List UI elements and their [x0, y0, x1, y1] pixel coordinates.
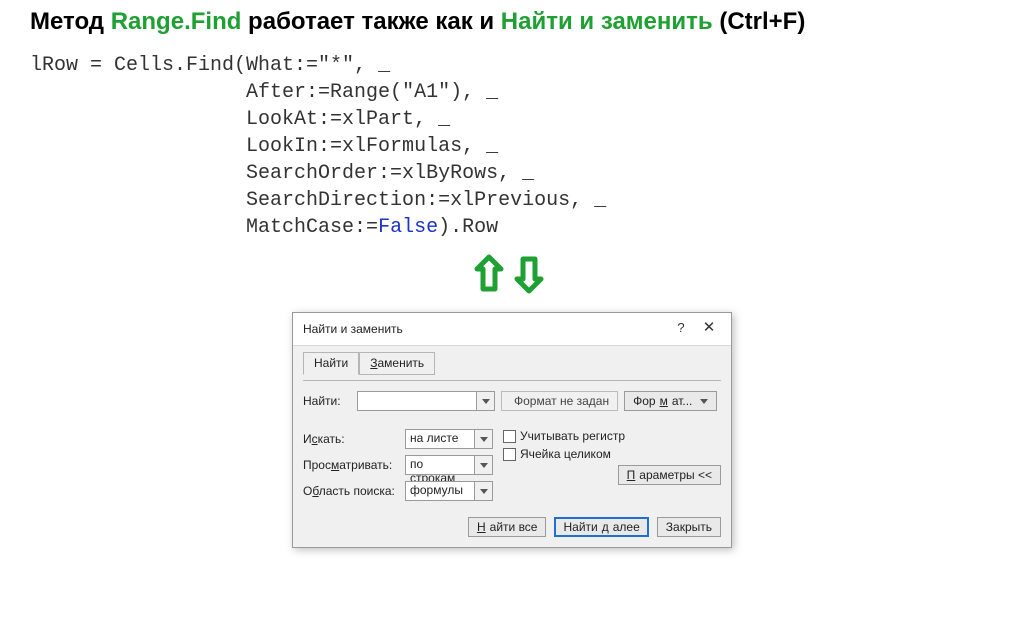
- close-icon[interactable]: ✕: [695, 319, 723, 339]
- chevron-down-icon: [480, 437, 488, 442]
- view-lbl-u: м: [331, 458, 339, 472]
- search-order-combo[interactable]: по строкам: [405, 455, 493, 475]
- tab-replace[interactable]: Заменить: [359, 352, 435, 375]
- search-label: Искать:: [303, 432, 399, 446]
- code-l3: LookAt:=xlPart, _: [30, 108, 450, 131]
- chk-case-rest: читывать регистр: [528, 429, 625, 443]
- heading-part2: работает также как и: [241, 8, 500, 35]
- view-lbl-post: атривать:: [339, 458, 392, 472]
- lookin-value: формулы: [405, 481, 475, 501]
- lookin-label: Область поиска:: [303, 484, 399, 498]
- find-next-u: д: [602, 520, 609, 534]
- heading-findreplace: Найти и заменить: [501, 8, 713, 35]
- code-l1-str: "*": [318, 54, 354, 77]
- code-l1a: lRow = Cells.Find(What:=: [30, 54, 318, 77]
- dialog-title: Найти и заменить: [303, 322, 667, 336]
- code-l2a: After:=Range(: [30, 81, 402, 104]
- code-l7b: ).Row: [438, 216, 498, 239]
- area-lbl-pre: О: [303, 484, 312, 498]
- find-next-pre: Найти: [563, 520, 597, 534]
- view-lbl-pre: Прос: [303, 458, 331, 472]
- format-state-label: Формат не задан: [501, 391, 618, 411]
- chk-case-u: У: [520, 429, 528, 443]
- search-scope-combo[interactable]: на листе: [405, 429, 493, 449]
- dialog-tabs: Найти Заменить: [303, 352, 721, 375]
- heading-part1: Метод: [30, 8, 111, 35]
- code-l6: SearchDirection:=xlPrevious, _: [30, 189, 606, 212]
- find-what-label: Найти:: [303, 394, 351, 408]
- code-l7-kw: False: [378, 216, 438, 239]
- format-btn-post: ат...: [672, 394, 693, 408]
- close-btn-label: Закрыть: [666, 520, 712, 534]
- format-btn-u: м: [660, 394, 668, 408]
- match-case-checkbox[interactable]: Учитывать регистр: [503, 429, 721, 443]
- tab-find[interactable]: Найти: [303, 352, 359, 375]
- tabs-separator: [303, 380, 721, 381]
- chevron-down-icon: [482, 399, 490, 404]
- search-lbl-pre: И: [303, 432, 312, 446]
- chk-whole-post: ейка целиком: [535, 447, 611, 461]
- search-order-dropdown[interactable]: [475, 455, 493, 475]
- lookin-combo[interactable]: формулы: [405, 481, 493, 501]
- format-btn-pre: Фор: [633, 394, 655, 408]
- code-l4: LookIn:=xlFormulas, _: [30, 135, 498, 158]
- find-all-u: Н: [477, 520, 486, 534]
- code-l2-str: "A1": [402, 81, 450, 104]
- match-whole-cell-checkbox[interactable]: Ячейка целиком: [503, 447, 721, 461]
- help-button[interactable]: ?: [667, 319, 695, 339]
- search-order-value: по строкам: [405, 455, 475, 475]
- checkbox-icon: [503, 430, 516, 443]
- arrows-illustration: [30, 249, 994, 304]
- code-l2b: ), _: [450, 81, 498, 104]
- tab-find-label: Найти: [314, 356, 348, 370]
- tab-replace-u: З: [370, 356, 377, 370]
- vba-code-block: lRow = Cells.Find(What:="*", _ After:=Ra…: [30, 52, 994, 241]
- lookin-dropdown[interactable]: [475, 481, 493, 501]
- find-what-input[interactable]: [357, 391, 477, 411]
- find-all-button[interactable]: Найти все: [468, 517, 547, 537]
- find-what-dropdown[interactable]: [477, 391, 495, 411]
- chevron-down-icon: [700, 399, 708, 404]
- code-l5: SearchOrder:=xlByRows, _: [30, 162, 534, 185]
- chk-whole-pre: Я: [520, 447, 529, 461]
- search-scope-value: на листе: [405, 429, 475, 449]
- search-scope-dropdown[interactable]: [475, 429, 493, 449]
- close-button[interactable]: Закрыть: [657, 517, 721, 537]
- search-order-label: Просматривать:: [303, 458, 399, 472]
- heading-rangefind: Range.Find: [111, 8, 242, 35]
- area-lbl-post: ласть поиска:: [319, 484, 395, 498]
- dialog-titlebar: Найти и заменить ? ✕: [293, 313, 731, 346]
- format-button[interactable]: Форм ат...: [624, 391, 717, 411]
- search-lbl-post: кать:: [318, 432, 345, 446]
- chevron-down-icon: [480, 489, 488, 494]
- find-all-rest: айти все: [490, 520, 538, 534]
- code-l1b: , _: [354, 54, 390, 77]
- find-what-combo[interactable]: [357, 391, 495, 411]
- find-replace-dialog: Найти и заменить ? ✕ Найти Заменить Найт…: [292, 312, 732, 548]
- find-next-post: алее: [613, 520, 640, 534]
- checkbox-icon: [503, 448, 516, 461]
- parameters-button[interactable]: Параметры <<: [618, 465, 721, 485]
- heading-part3: (Ctrl+F): [713, 8, 806, 35]
- code-l7a: MatchCase:=: [30, 216, 378, 239]
- find-next-button[interactable]: Найти далее: [554, 517, 648, 537]
- params-u: П: [627, 468, 636, 482]
- tab-replace-rest: аменить: [378, 356, 425, 370]
- chevron-down-icon: [480, 463, 488, 468]
- params-rest: араметры <<: [639, 468, 712, 482]
- page-title: Метод Range.Find работает также как и На…: [30, 8, 994, 36]
